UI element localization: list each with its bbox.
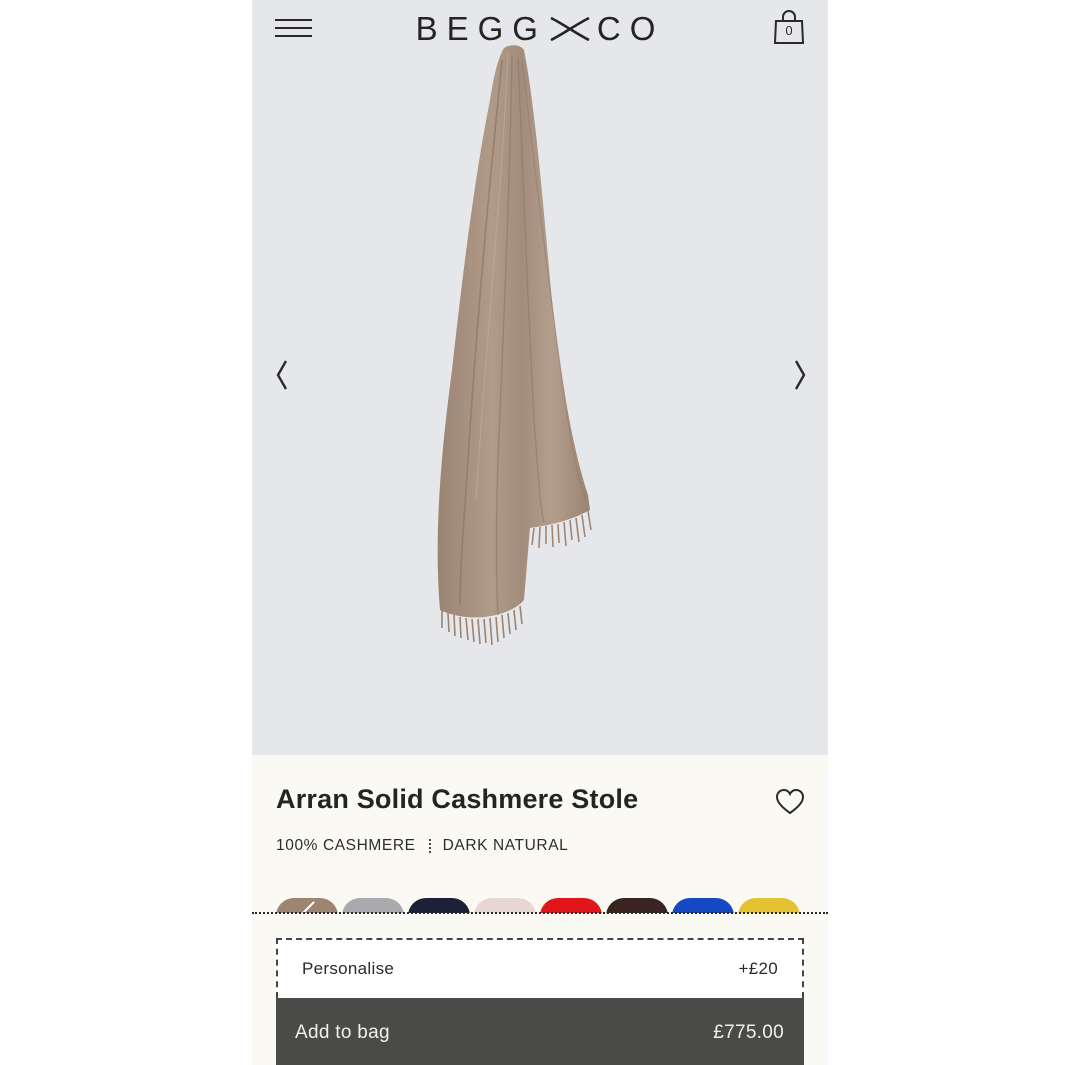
chevron-left-icon [276,360,288,390]
selected-check-icon [301,901,315,913]
colour-swatch-row [252,896,828,913]
next-image-button[interactable] [784,355,814,397]
hamburger-menu-icon[interactable] [275,17,313,39]
previous-image-button[interactable] [270,355,300,397]
product-page: BEGG CO 0 Arran Solid Cashmere Stole 100… [252,0,828,1065]
product-colour: DARK NATURAL [442,837,569,854]
wishlist-button[interactable] [774,787,806,817]
personalise-label: Personalise [302,959,395,978]
add-to-bag-label: Add to bag [295,1022,390,1043]
product-title: Arran Solid Cashmere Stole [276,784,639,814]
attribute-separator [428,839,431,853]
chevron-right-icon [794,360,806,390]
swatch-divider [252,912,828,914]
personalise-option[interactable]: Personalise +£20 [276,938,804,998]
colour-swatch-light-pink[interactable] [474,898,536,913]
product-material: 100% CASHMERE [276,837,416,854]
add-to-bag-price: £775.00 [713,1022,784,1043]
heart-icon [775,788,805,815]
bag-count: 0 [785,23,793,38]
scarf-product-image [437,45,592,646]
shopping-bag-button[interactable]: 0 [772,10,806,46]
colour-swatch-navy[interactable] [408,898,470,913]
personalise-price: +£20 [738,959,778,978]
colour-swatch-dark-natural[interactable] [276,898,338,913]
colour-swatch-dark-brown[interactable] [606,898,668,913]
colour-swatch-yellow[interactable] [738,898,800,913]
colour-swatch-grey[interactable] [342,898,404,913]
product-attributes: 100% CASHMERE DARK NATURAL [276,837,568,855]
colour-swatch-red[interactable] [540,898,602,913]
colour-swatch-blue[interactable] [672,898,734,913]
product-image-carousel[interactable]: BEGG CO 0 [252,0,828,755]
add-to-bag-button[interactable]: Add to bag £775.00 [276,998,804,1065]
